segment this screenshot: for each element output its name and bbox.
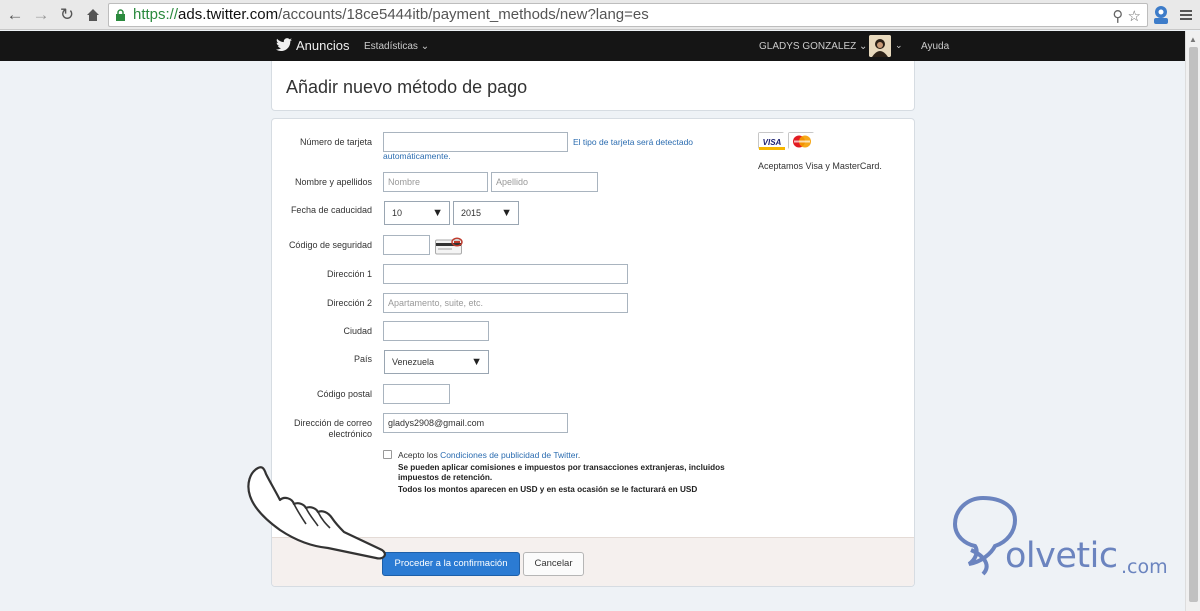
email-label: Dirección de correo <box>293 418 372 428</box>
last-name-input[interactable]: Apellido <box>491 172 598 192</box>
expiry-month-select[interactable]: 10 ▼ <box>384 201 450 225</box>
expiry-month-value: 10 <box>392 208 403 218</box>
expiry-year-select[interactable]: 2015 ▼ <box>453 201 519 225</box>
full-name-label: Nombre y apellidos <box>294 177 372 187</box>
card-type-hint-2: automáticamente. <box>383 151 451 161</box>
expiry-year-value: 2015 <box>461 208 482 218</box>
twitter-ads-navbar: Anuncios Estadísticas ⌄ GLADYS GONZALEZ … <box>0 31 1185 61</box>
scroll-thumb[interactable] <box>1189 47 1198 602</box>
scrollbar[interactable]: ▲ <box>1185 31 1200 611</box>
pointing-hand-icon <box>247 466 386 560</box>
dropdown-arrow-icon: ▼ <box>432 207 443 219</box>
first-name-input[interactable]: Nombre <box>383 172 488 192</box>
home-icon[interactable] <box>82 4 104 26</box>
chevron-down-icon[interactable]: ⌄ <box>895 40 903 51</box>
accepted-cards-text: Aceptamos Visa y MasterCard. <box>758 161 882 171</box>
brand-label[interactable]: Anuncios <box>296 38 349 53</box>
proceed-confirmation-button[interactable]: Proceder a la confirmación <box>382 552 520 576</box>
avatar[interactable] <box>869 35 891 57</box>
back-icon[interactable]: ← <box>4 4 26 26</box>
visa-label: VISA <box>763 138 782 147</box>
terms-checkbox[interactable] <box>383 450 392 459</box>
title-panel: Añadir nuevo método de pago <box>271 61 915 111</box>
menu-icon[interactable] <box>1178 5 1194 25</box>
extension-icon[interactable] <box>1150 4 1172 26</box>
url-path: /accounts/18ce5444itb/payment_methods/ne… <box>278 6 649 23</box>
page-title: Añadir nuevo método de pago <box>286 77 528 97</box>
card-number-input[interactable] <box>383 132 568 152</box>
address2-label: Dirección 2 <box>326 298 372 308</box>
chevron-down-icon: ⌄ <box>420 41 430 52</box>
terms-prefix: Acepto los <box>398 450 441 460</box>
watermark-suffix: .com <box>1121 556 1168 578</box>
city-input[interactable] <box>383 321 489 341</box>
terms-text: Acepto los Condiciones de publicidad de … <box>398 450 580 460</box>
visa-icon: VISA <box>758 132 785 150</box>
address1-label: Dirección 1 <box>326 269 372 279</box>
forward-icon[interactable]: → <box>30 4 52 26</box>
chevron-down-icon: ⌄ <box>859 41 868 52</box>
terms-link[interactable]: Condiciones de publicidad de Twitter <box>440 450 578 460</box>
currency-notice: Todos los montos aparecen en USD y en es… <box>398 485 698 494</box>
stats-menu-label: Estadísticas <box>364 41 418 52</box>
security-code-input[interactable] <box>383 235 430 255</box>
twitter-bird-icon[interactable] <box>276 38 292 52</box>
country-value: Venezuela <box>392 357 435 367</box>
cancel-button[interactable]: Cancelar <box>523 552 584 576</box>
watermark-text: olvetic <box>1005 536 1118 576</box>
url-scheme: https:// <box>133 6 179 23</box>
card-number-label: Número de tarjeta <box>299 137 372 147</box>
address2-input[interactable]: Apartamento, suite, etc. <box>383 293 628 313</box>
card-back-cvv-icon <box>435 237 463 255</box>
reload-icon[interactable]: ↻ <box>56 4 78 26</box>
browser-toolbar: ← → ↻ https://ads.twitter.com/accounts/1… <box>0 0 1200 30</box>
bookmark-star-icon[interactable]: ☆ <box>1128 8 1141 25</box>
mastercard-icon <box>788 132 815 150</box>
url-host: ads.twitter.com <box>178 6 279 23</box>
user-menu[interactable]: GLADYS GONZALEZ ⌄ <box>759 41 867 52</box>
security-code-label: Código de seguridad <box>288 240 372 250</box>
address1-input[interactable] <box>383 264 628 284</box>
dropdown-arrow-icon: ▼ <box>501 207 512 219</box>
scroll-up-icon[interactable]: ▲ <box>1189 35 1197 44</box>
postal-code-input[interactable] <box>383 384 450 404</box>
stats-menu[interactable]: Estadísticas ⌄ <box>364 41 429 52</box>
country-select[interactable]: Venezuela ▼ <box>384 350 489 374</box>
help-link[interactable]: Ayuda <box>921 41 949 52</box>
terms-suffix: . <box>577 450 581 460</box>
lock-icon <box>116 9 125 21</box>
fees-notice: Se pueden aplicar comisiones e impuestos… <box>398 463 725 482</box>
zoom-icon[interactable]: ⚲ <box>1112 8 1123 25</box>
email-label-2: electrónico <box>328 429 372 439</box>
country-label: País <box>353 354 372 364</box>
expiry-label: Fecha de caducidad <box>290 205 372 215</box>
postal-code-label: Código postal <box>316 389 372 399</box>
user-name: GLADYS GONZALEZ <box>759 41 857 52</box>
city-label: Ciudad <box>343 326 372 336</box>
card-type-hint: El tipo de tarjeta será detectado <box>573 137 694 147</box>
dropdown-arrow-icon: ▼ <box>471 356 482 368</box>
email-input[interactable]: gladys2908@gmail.com <box>383 413 568 433</box>
avatar-image <box>869 35 891 57</box>
address-bar[interactable]: https://ads.twitter.com/accounts/18ce544… <box>108 3 1148 27</box>
